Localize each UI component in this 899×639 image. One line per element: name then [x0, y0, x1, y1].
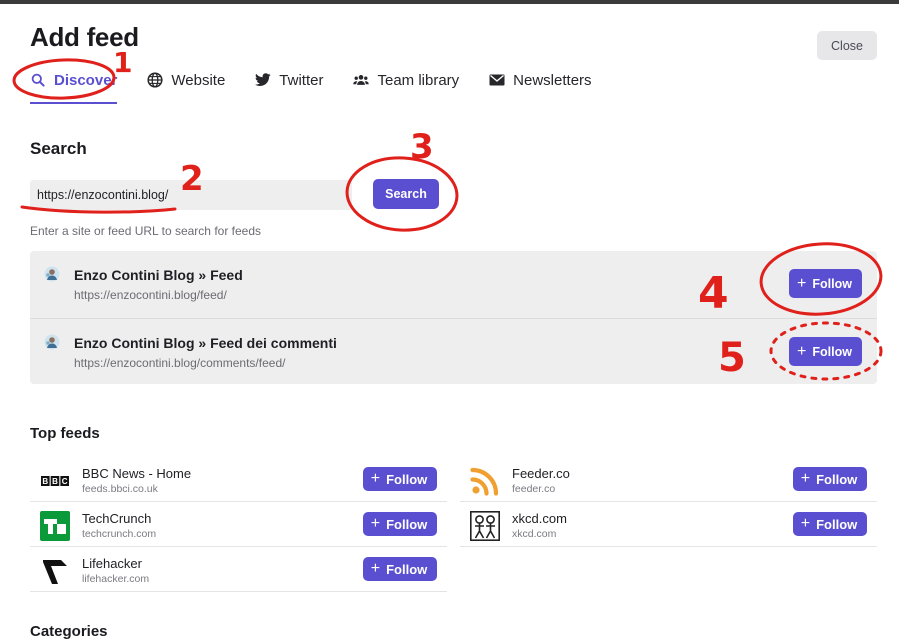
- plus-icon: +: [370, 515, 381, 532]
- dialog-title: Add feed: [30, 22, 139, 52]
- result-url: https://enzocontini.blog/feed/: [74, 288, 227, 302]
- top-feed-item: TechCrunch techcrunch.com + Follow: [30, 503, 447, 547]
- annotation-number-3: 3: [410, 127, 434, 167]
- search-results: Enzo Contini Blog » Feed https://enzocon…: [30, 251, 877, 384]
- blog-avatar-icon: [44, 334, 60, 350]
- follow-button[interactable]: + Follow: [363, 467, 437, 491]
- plus-icon: +: [800, 515, 811, 532]
- result-item: Enzo Contini Blog » Feed dei commenti ht…: [30, 318, 877, 384]
- feed-name: TechCrunch: [82, 511, 152, 526]
- feed-url: lifehacker.com: [82, 573, 150, 585]
- result-name: Enzo Contini Blog » Feed: [74, 267, 243, 283]
- tab-label: Newsletters: [513, 71, 592, 89]
- follow-button[interactable]: + Follow: [363, 512, 437, 536]
- tab-label: Twitter: [279, 71, 324, 89]
- blog-avatar-icon: [44, 266, 60, 282]
- tab-discover[interactable]: Discover: [30, 66, 118, 104]
- globe-icon: [147, 72, 163, 88]
- tab-team-library[interactable]: Team library: [353, 66, 459, 94]
- feed-name: Feeder.co: [512, 466, 570, 481]
- tab-label: Website: [171, 71, 226, 89]
- follow-button[interactable]: + Follow: [793, 467, 867, 491]
- result-url: https://enzocontini.blog/comments/feed/: [74, 356, 286, 370]
- tab-label: Discover: [54, 71, 118, 89]
- rss-icon: [470, 466, 500, 496]
- plus-icon: +: [370, 470, 381, 487]
- tab-twitter[interactable]: Twitter: [255, 66, 323, 94]
- follow-button[interactable]: + Follow: [793, 512, 867, 536]
- team-icon: [353, 72, 370, 88]
- follow-button[interactable]: + Follow: [363, 557, 437, 581]
- feed-url: feeds.bbci.co.uk: [82, 483, 158, 495]
- twitter-icon: [255, 72, 271, 88]
- search-icon: [30, 72, 46, 88]
- plus-icon: +: [800, 470, 811, 487]
- tab-bar: Discover Website Twitter Team library Ne…: [30, 66, 622, 106]
- feed-name: BBC News - Home: [82, 466, 192, 481]
- top-feeds-heading: Top feeds: [30, 425, 100, 442]
- envelope-icon: [489, 72, 505, 88]
- result-item: Enzo Contini Blog » Feed https://enzocon…: [30, 251, 877, 317]
- follow-button[interactable]: + Follow: [789, 337, 862, 366]
- plus-icon: +: [797, 342, 807, 360]
- svg-text:B: B: [42, 477, 48, 486]
- feed-url: xkcd.com: [512, 528, 557, 540]
- feed-url: techcrunch.com: [82, 528, 157, 540]
- tab-website[interactable]: Website: [147, 66, 225, 94]
- search-input[interactable]: [30, 180, 352, 210]
- tab-newsletters[interactable]: Newsletters: [489, 66, 592, 94]
- feed-name: Lifehacker: [82, 556, 142, 571]
- follow-button[interactable]: + Follow: [789, 269, 862, 298]
- window-top-bar: [0, 0, 899, 4]
- top-feed-item: BBC BBC News - Home feeds.bbci.co.uk + Fo…: [30, 458, 447, 502]
- bbc-logo: BBC: [40, 466, 70, 496]
- top-feed-item: xkcd.com xkcd.com + Follow: [460, 503, 877, 547]
- feed-name: xkcd.com: [512, 511, 567, 526]
- result-name: Enzo Contini Blog » Feed dei commenti: [74, 335, 337, 351]
- search-heading: Search: [30, 139, 87, 158]
- tab-label: Team library: [377, 71, 460, 89]
- search-hint: Enter a site or feed URL to search for f…: [30, 224, 262, 238]
- close-button[interactable]: Close: [817, 31, 877, 60]
- plus-icon: +: [797, 274, 807, 292]
- svg-text:C: C: [62, 477, 68, 486]
- top-feed-item: Lifehacker lifehacker.com + Follow: [30, 548, 447, 592]
- search-button[interactable]: Search: [373, 179, 439, 209]
- lifehacker-icon: [40, 556, 70, 586]
- feed-url: feeder.co: [512, 483, 556, 495]
- plus-icon: +: [370, 560, 381, 577]
- xkcd-icon: [470, 511, 500, 541]
- categories-heading: Categories: [30, 623, 108, 639]
- techcrunch-logo: [40, 511, 70, 541]
- top-feed-item: Feeder.co feeder.co + Follow: [460, 458, 877, 502]
- svg-text:B: B: [52, 477, 58, 486]
